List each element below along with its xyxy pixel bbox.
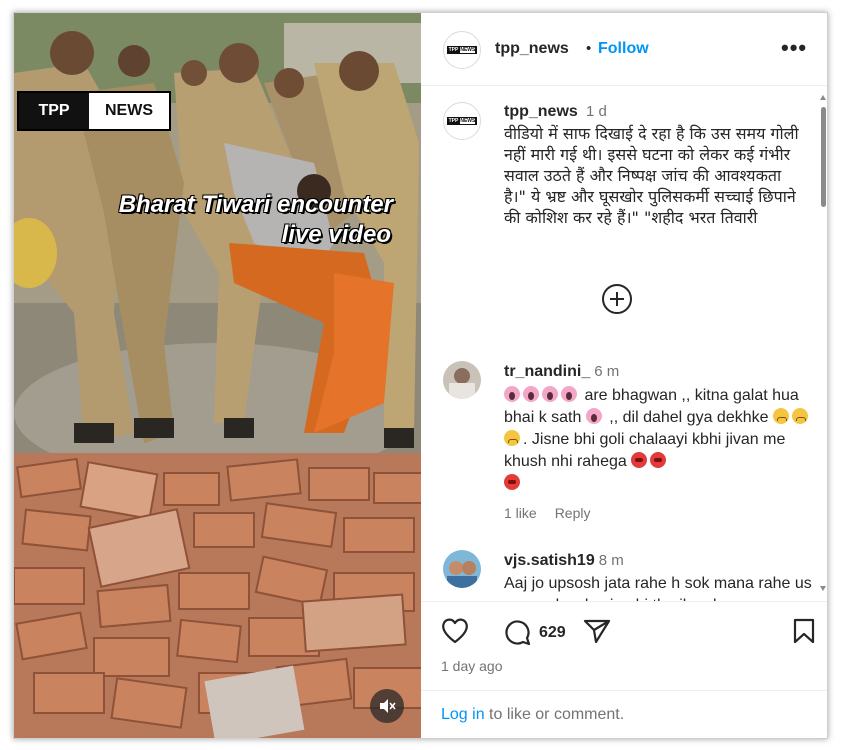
comment-text: are bhagwan ,, kitna galat hua bhai k sa… [504,385,814,495]
header-separator: • [586,40,592,57]
login-prompt: Log in to like or comment. [441,706,624,724]
scrollbar-thumb[interactable] [821,107,826,207]
tpp-news-logo: TPP NEWS [17,91,171,131]
scroll-down-arrow-icon[interactable] [820,586,826,591]
login-link[interactable]: Log in [441,706,485,723]
comment-icon[interactable] [503,618,531,646]
divider [421,690,827,691]
caption-timestamp[interactable]: 1 d [586,103,607,120]
avatar-image [443,550,481,588]
logo-tpp-text: TPP [19,93,89,129]
follow-button[interactable]: Follow [598,40,649,58]
comment-count: 629 [539,624,566,641]
screaming-face-emoji-icon [561,386,577,402]
angry-face-emoji-icon [650,452,667,468]
comment-text-part-2: ,, dil dahel gya dekhke [609,409,769,426]
sad-face-emoji-icon [772,408,789,424]
load-more-comments-icon[interactable] [602,284,632,314]
comments-scrollbar[interactable] [820,93,827,591]
post-side-panel: TPP NEWS tpp_news • Follow ••• TPP NEWS tp… [421,13,827,738]
login-prompt-text: to like or comment. [484,706,625,723]
commenter-avatar[interactable] [443,550,481,588]
caption-username-link[interactable]: tpp_news [504,103,578,121]
comment-meta: 1 like Reply [504,505,608,521]
caption-text: वीडियो में साफ दिखाई दे रहा है कि उस समय… [504,124,799,227]
commenter-avatar[interactable] [443,361,481,399]
share-icon[interactable] [583,618,611,644]
comment-timestamp[interactable]: 8 m [599,552,624,569]
author-avatar[interactable]: TPP NEWS [443,31,481,69]
screaming-face-emoji-icon [542,386,558,402]
caption-author-avatar[interactable]: TPP NEWS [443,102,481,140]
video-caption-line-1: Bharat Tiwari encounter [118,191,393,218]
comment-username[interactable]: vjs.satish19 [504,552,595,569]
comment-username[interactable]: tr_nandini_ [504,363,590,380]
avatar-image [443,361,481,399]
post-header: TPP NEWS tpp_news • Follow ••• [421,13,827,86]
sad-face-emoji-icon [791,408,808,424]
comment-timestamp[interactable]: 6 m [594,363,619,380]
screaming-face-emoji-icon [523,386,539,402]
angry-face-emoji-icon [504,474,520,490]
post-dialog: TPP NEWS Bharat Tiwari encounter live vi… [13,12,828,739]
comment-username-link[interactable]: vjs.satish19 8 m [504,552,624,570]
post-actions: 629 1 day ago Log in to like or comment. [421,601,827,738]
angry-face-emoji-icon [631,452,648,468]
mute-button[interactable] [370,689,404,723]
sad-face-emoji-icon [504,430,520,446]
save-bookmark-icon[interactable] [793,618,815,644]
video-caption-line-2: live video [281,221,391,248]
author-username-link[interactable]: tpp_news [495,40,569,58]
comment-text: Aaj jo upsosh jata rahe h sok mana rahe … [504,575,812,601]
screaming-face-emoji-icon [504,386,520,402]
comment-like-count[interactable]: 1 like [504,505,537,521]
post-date[interactable]: 1 day ago [441,658,503,674]
heart-icon[interactable] [441,618,469,644]
comment-username-link[interactable]: tr_nandini_ 6 m [504,363,619,381]
scroll-up-arrow-icon[interactable] [820,95,826,100]
muted-speaker-icon [380,699,396,713]
screaming-face-emoji-icon [585,408,602,424]
video-player[interactable]: TPP NEWS Bharat Tiwari encounter live vi… [14,13,421,738]
more-options-icon[interactable]: ••• [781,35,807,61]
reply-button[interactable]: Reply [555,505,591,521]
logo-news-text: NEWS [105,102,153,119]
comments-scroll-area[interactable]: TPP NEWS tpp_news 1 d वीडियो में साफ दिखा… [421,86,827,601]
